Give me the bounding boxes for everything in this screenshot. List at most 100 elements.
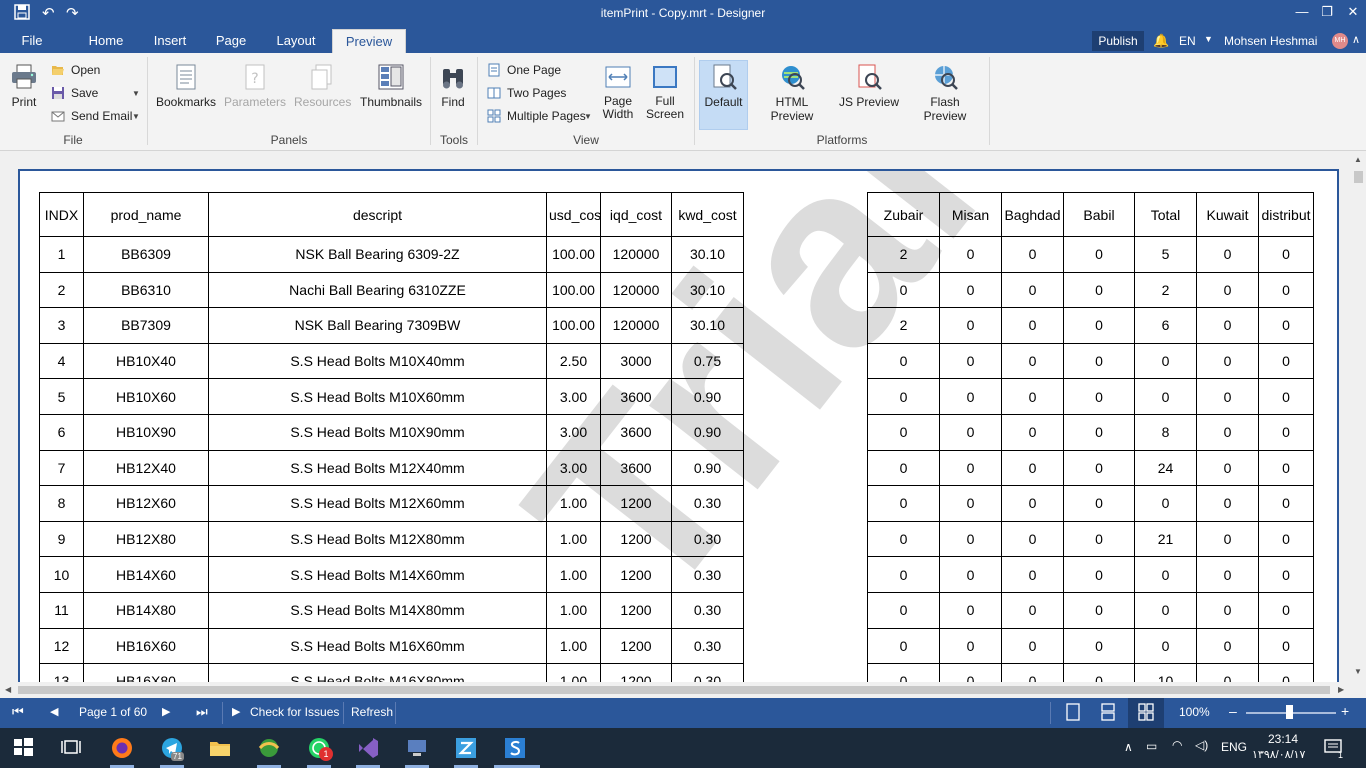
stimulsoft-designer-icon[interactable] [503,736,527,760]
zoom-out-button[interactable]: – [1229,703,1237,719]
multi-page-view-icon[interactable] [1138,703,1154,724]
multiple-pages-dropdown-icon[interactable]: ▼ [584,112,592,121]
report-viewer[interactable]: Trial INDX prod_name descript usd_cost iqd_c… [0,151,1366,698]
tab-file[interactable]: File [10,29,54,53]
ribbon-preview: Print Open Save ▼ Send Email ▼ File Book… [0,53,1366,151]
table-row: 1 BB6309 NSK Ball Bearing 6309-2Z 100.00 120… [39,236,744,273]
user-name[interactable]: Mohsen Heshmai [1224,34,1317,48]
html-preview-button[interactable]: HTML Preview [754,62,830,123]
scroll-left-icon[interactable]: ◀ [5,685,11,694]
default-preview-icon [713,64,737,90]
zoom-in-button[interactable]: + [1341,703,1349,719]
table-cell: HB10X60 [83,378,209,415]
clock-time[interactable]: 23:14 [1268,732,1298,746]
parameters-button[interactable]: ? Parameters [224,62,286,109]
task-view-icon[interactable] [60,736,84,760]
table-cell: 0 [867,627,940,665]
first-page-icon[interactable]: ⏮ [12,704,24,720]
scroll-up-icon[interactable]: ▲ [1354,155,1362,164]
zoom-slider-thumb[interactable] [1286,705,1293,719]
table-header-row: INDX prod_name descript usd_cost iqd_cost kwd… [39,192,744,237]
horizontal-scroll-thumb[interactable] [18,686,1330,694]
save-dropdown-icon[interactable]: ▼ [132,89,140,98]
print-button[interactable]: Print [6,62,42,109]
flash-preview-button[interactable]: Flash Preview [908,62,982,123]
table-cell: 100.00 [546,307,601,344]
collapse-ribbon-icon[interactable]: ∧ [1352,33,1360,46]
page-width-button[interactable]: Page Width [598,62,638,121]
vertical-scrollbar[interactable]: ▲ ▼ [1350,151,1366,698]
volume-icon[interactable]: ◁) [1195,738,1208,752]
previous-page-icon[interactable]: ◀ [50,705,58,718]
send-email-dropdown-icon[interactable]: ▼ [132,112,140,121]
wifi-icon[interactable]: ◠ [1172,738,1182,752]
single-page-view-icon[interactable] [1066,703,1080,724]
table-row: 0000000 [867,627,1314,665]
chevron-down-icon[interactable]: ▼ [1204,34,1213,44]
multiple-pages-button[interactable]: Multiple Pages [487,107,586,125]
table-cell: HB14X60 [83,556,209,593]
full-screen-button[interactable]: Full Screen [645,62,685,121]
input-language[interactable]: ENG [1221,740,1247,754]
printer-icon [12,64,36,89]
group-separator [989,57,990,145]
clock-date[interactable]: ۱۳۹۸/۰۸/۱۷ [1252,748,1305,761]
report-table-right: Zubair Misan Baghdad Babil Total Kuwait distri… [867,192,1314,698]
page-indicator: Page 1 of 60 [79,705,148,719]
table-cell: 0 [1196,307,1259,344]
table-cell: 2.50 [546,342,601,380]
horizontal-scrollbar[interactable]: ◀ ▶ [0,682,1350,698]
resources-button[interactable]: Resources [294,62,351,109]
table-cell: 0 [1134,591,1197,629]
vertical-scroll-thumb[interactable] [1354,171,1363,183]
battery-icon[interactable]: ▭ [1146,739,1157,753]
file-explorer-icon[interactable] [208,736,232,760]
one-page-button[interactable]: One Page [487,61,561,79]
send-email-button[interactable]: Send Email [51,107,132,125]
scroll-down-icon[interactable]: ▼ [1354,667,1362,676]
save-button[interactable]: Save [51,84,98,102]
js-preview-button[interactable]: JS Preview [838,62,900,109]
table-cell: 3600 [600,413,672,451]
firefox-icon[interactable] [110,736,134,760]
avatar[interactable]: MH [1332,33,1348,49]
close-icon[interactable]: ✕ [1338,4,1366,20]
table-cell: 0.30 [671,556,744,593]
continuous-view-icon[interactable] [1101,703,1115,724]
language-selector[interactable]: EN [1179,34,1196,48]
thumbnails-button[interactable]: Thumbnails [360,62,422,109]
zeal-icon[interactable] [454,736,478,760]
group-separator [430,57,431,145]
show-hidden-icons-icon[interactable]: ∧ [1124,740,1133,754]
two-pages-button[interactable]: Two Pages [487,84,566,102]
open-button[interactable]: Open [51,61,100,79]
group-separator [477,57,478,145]
table-row: 0000000 [867,378,1314,415]
find-button[interactable]: Find [436,62,470,109]
tab-layout[interactable]: Layout [268,29,324,53]
refresh-button[interactable]: Refresh [351,705,393,719]
bell-icon[interactable]: 🔔 [1153,33,1169,49]
windows-start-icon[interactable] [12,736,36,760]
check-issues-button[interactable]: Check for Issues [250,705,339,719]
bookmarks-button[interactable]: Bookmarks [156,62,216,109]
table-cell: 0 [1063,591,1135,629]
remote-desktop-icon[interactable] [405,736,429,760]
tab-home[interactable]: Home [80,29,132,53]
tab-insert[interactable]: Insert [146,29,194,53]
visual-studio-icon[interactable] [356,736,380,760]
last-page-icon[interactable]: ⏭ [196,704,208,720]
tab-page[interactable]: Page [208,29,254,53]
table-cell: HB12X60 [83,485,209,522]
table-cell: 9 [39,520,84,558]
default-preview-button[interactable]: Default [700,62,747,109]
scroll-right-icon[interactable]: ▶ [1338,685,1344,694]
tab-preview[interactable]: Preview [332,29,406,53]
table-cell: 0 [1258,556,1314,593]
publish-button[interactable]: Publish [1092,31,1144,51]
column-header: prod_name [83,192,209,237]
group-separator [147,57,148,145]
resources-icon [311,64,332,90]
next-page-icon[interactable]: ▶ [162,705,170,718]
network-app-icon[interactable] [257,736,281,760]
